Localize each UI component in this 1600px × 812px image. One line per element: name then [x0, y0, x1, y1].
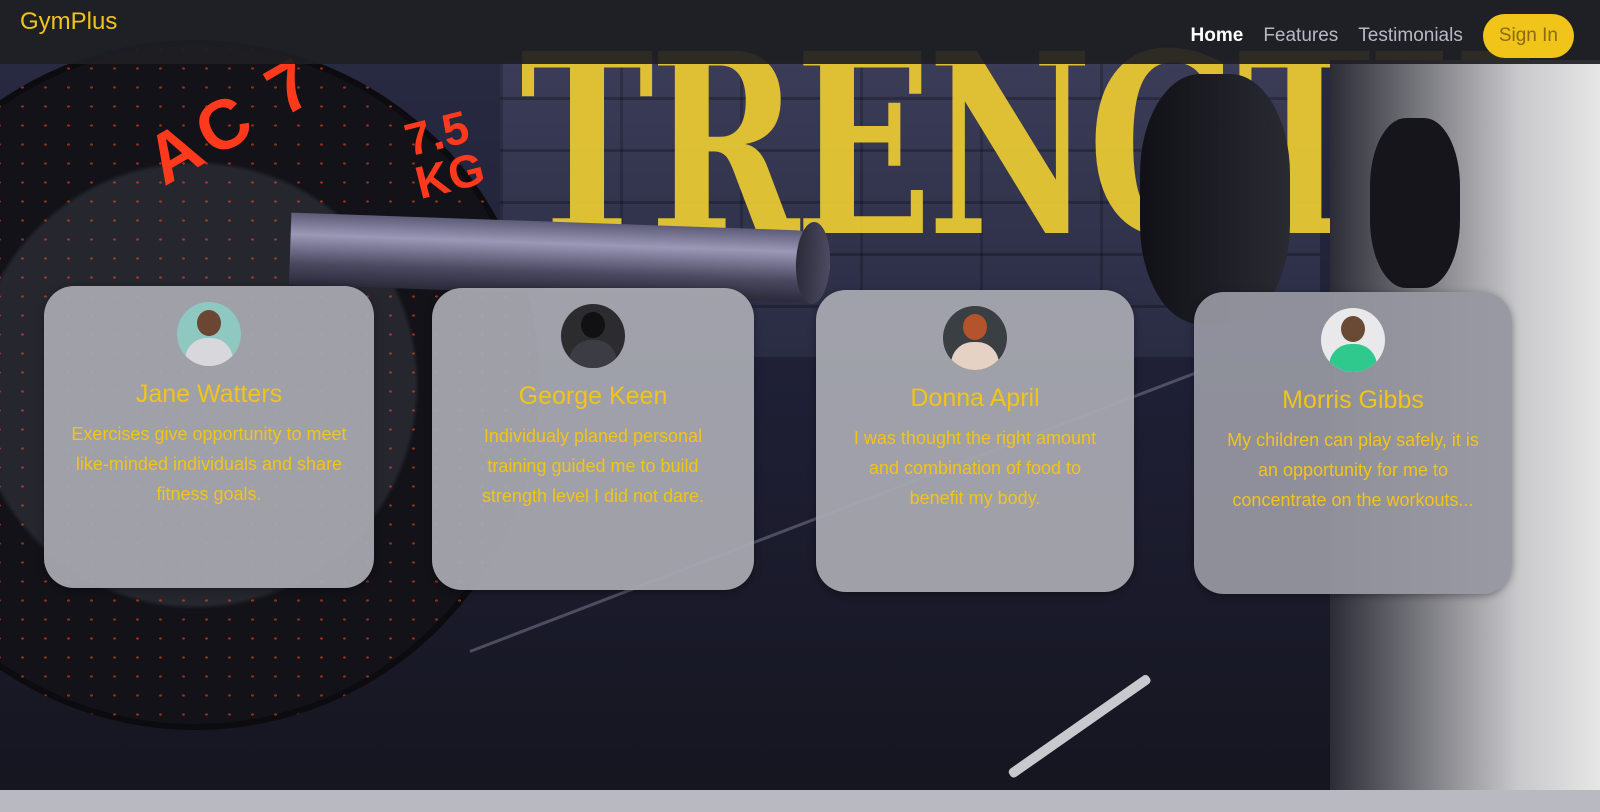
testimonial-name: Morris Gibbs	[1282, 386, 1424, 414]
page: TRENGTH AC 7 7.5 KG GymPlus Home Feature…	[0, 0, 1600, 812]
sign-in-button[interactable]: Sign In	[1482, 14, 1574, 58]
floor-barbell	[1007, 673, 1153, 780]
brand-logo[interactable]: GymPlus	[20, 8, 117, 36]
testimonial-quote: My children can play safely, it is an op…	[1227, 430, 1479, 510]
nav-testimonials-link[interactable]: Testimonials	[1358, 25, 1463, 47]
testimonial-card: Morris Gibbs My children can play safely…	[1194, 292, 1512, 594]
testimonial-card: Jane Watters Exercises give opportunity …	[44, 286, 374, 588]
person-avatar-icon	[1321, 308, 1385, 372]
testimonial-quote: Exercises give opportunity to meet like-…	[71, 424, 347, 504]
person-avatar-icon	[177, 302, 241, 366]
testimonial-name: Donna April	[910, 384, 1040, 412]
bottom-strip	[0, 790, 1600, 812]
testimonial-card: George Keen Individualy planed personal …	[432, 288, 754, 590]
testimonial-card: Donna April I was thought the right amou…	[816, 290, 1134, 592]
testimonial-name: Jane Watters	[135, 380, 283, 408]
nav-links: Home Features Testimonials Sign In	[1191, 14, 1574, 58]
nav-home-link[interactable]: Home	[1191, 25, 1244, 47]
testimonial-quote: Individualy planed personal training gui…	[481, 426, 705, 506]
testimonial-name: George Keen	[518, 382, 668, 410]
person-avatar-icon	[943, 306, 1007, 370]
weight-plate-right	[1140, 74, 1290, 324]
weight-plate-far	[1370, 118, 1460, 288]
testimonial-quote: I was thought the right amount and combi…	[853, 428, 1097, 508]
navbar: GymPlus Home Features Testimonials Sign …	[0, 0, 1600, 64]
nav-features-link[interactable]: Features	[1263, 25, 1338, 47]
person-avatar-icon	[561, 304, 625, 368]
